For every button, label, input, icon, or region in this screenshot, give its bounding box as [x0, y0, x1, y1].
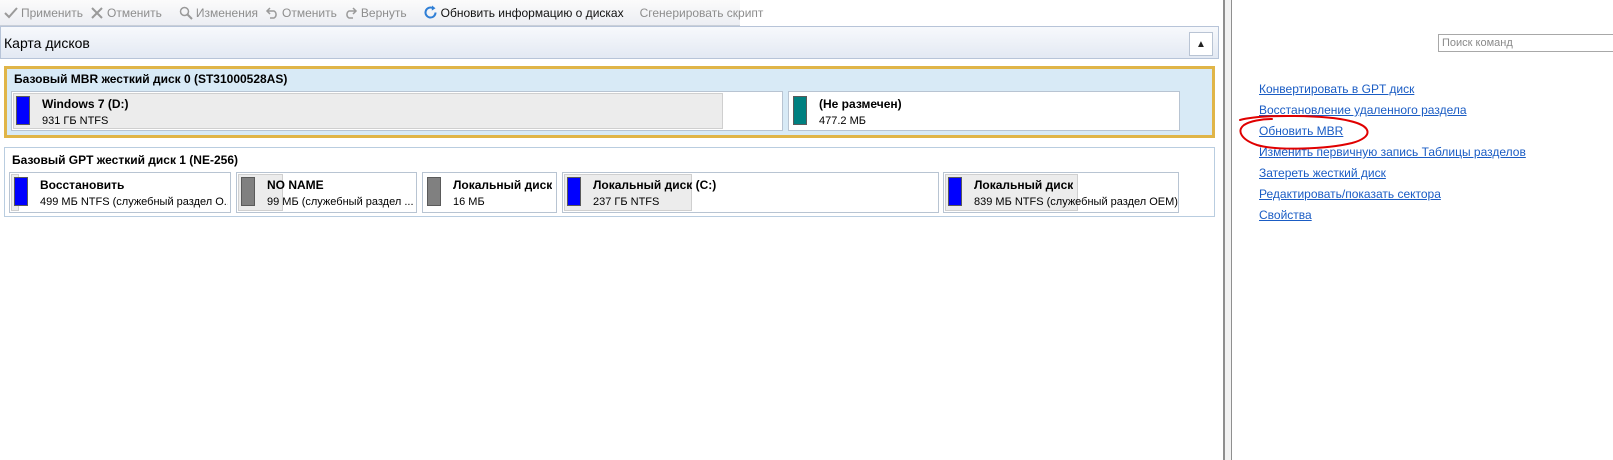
partition-info: 16 МБ: [453, 196, 485, 208]
apply-label: Применить: [21, 5, 84, 20]
partition-name: Windows 7 (D:): [42, 97, 129, 111]
partition-color-bar: [567, 177, 581, 206]
partition-info: 839 МБ NTFS (служебный раздел OEM): [974, 196, 1178, 208]
command-item: Затереть жесткий диск: [1259, 166, 1526, 187]
undo-button[interactable]: Отменить: [261, 0, 340, 25]
toolbar: Применить Отменить Изменения Отменить Ве…: [0, 0, 763, 26]
command-update-mbr-link[interactable]: Обновить MBR: [1259, 124, 1343, 138]
partition-color-bar: [14, 177, 28, 206]
partition-info: 477.2 МБ: [819, 115, 866, 127]
disk-map-header: Карта дисков ▲: [0, 26, 1219, 59]
command-item: Изменить первичную запись Таблицы раздел…: [1259, 145, 1526, 166]
changes-label: Изменения: [195, 5, 259, 20]
partition-name: Локальный диск: [974, 178, 1074, 192]
partition-info: 931 ГБ NTFS: [42, 115, 109, 127]
partition-name: Восстановить: [40, 178, 125, 192]
command-item: Свойства: [1259, 208, 1526, 229]
partition-name: NO NAME: [267, 178, 324, 192]
partition-color-bar: [241, 177, 255, 206]
disk-0-title: Базовый MBR жесткий диск 0 (ST31000528AS…: [14, 72, 288, 86]
pane-splitter[interactable]: [1223, 0, 1232, 460]
redo-icon: [343, 5, 359, 21]
partition-windows7[interactable]: Windows 7 (D:) 931 ГБ NTFS: [11, 91, 783, 131]
disk-1[interactable]: Базовый GPT жесткий диск 1 (NE-256) Восс…: [4, 147, 1215, 217]
command-recover-partition-link[interactable]: Восстановление удаленного раздела: [1259, 103, 1467, 117]
command-item: Редактировать/показать сектора: [1259, 187, 1526, 208]
partition-name: Локальный диск: [453, 178, 553, 192]
command-edit-sectors-link[interactable]: Редактировать/показать сектора: [1259, 187, 1441, 201]
partition-color-bar: [948, 177, 962, 206]
generate-script-label: Сгенерировать скрипт: [639, 5, 764, 20]
command-convert-gpt-link[interactable]: Конвертировать в GPT диск: [1259, 82, 1414, 96]
command-list: Конвертировать в GPT диск Восстановление…: [1259, 82, 1526, 229]
partition-local-16mb[interactable]: Локальный диск 16 МБ: [422, 172, 557, 213]
redo-button[interactable]: Вернуть: [340, 0, 410, 25]
checkmark-icon: [3, 5, 19, 21]
triangle-up-icon: ▲: [1196, 38, 1206, 50]
apply-button[interactable]: Применить: [0, 0, 86, 25]
partition-info: 499 МБ NTFS (служебный раздел О...: [40, 196, 228, 208]
command-item: Обновить MBR: [1259, 124, 1526, 145]
partition-local-oem[interactable]: Локальный диск 839 МБ NTFS (служебный ра…: [943, 172, 1179, 213]
partition-no-name[interactable]: NO NAME 99 МБ (служебный раздел ...: [236, 172, 417, 213]
refresh-icon: [423, 5, 439, 21]
partition-unallocated[interactable]: (Не размечен) 477.2 МБ: [788, 91, 1180, 131]
disk-map-pane: Карта дисков ▲ Базовый MBR жесткий диск …: [0, 26, 1223, 460]
partition-recovery[interactable]: Восстановить 499 МБ NTFS (служебный разд…: [9, 172, 231, 213]
collapse-button[interactable]: ▲: [1189, 32, 1213, 56]
refresh-disks-label: Обновить информацию о дисках: [440, 5, 624, 20]
partition-info: 237 ГБ NTFS: [593, 196, 660, 208]
discard-button[interactable]: Отменить: [86, 0, 165, 25]
partition-color-bar: [16, 96, 30, 125]
undo-label: Отменить: [282, 5, 337, 20]
commands-pane: Конвертировать в GPT диск Восстановление…: [1232, 0, 1613, 460]
command-wipe-disk-link[interactable]: Затереть жесткий диск: [1259, 166, 1386, 180]
cross-icon: [89, 5, 105, 21]
command-search-input[interactable]: [1438, 34, 1613, 52]
partition-local-c[interactable]: Локальный диск (C:) 237 ГБ NTFS: [562, 172, 939, 213]
partition-color-bar: [427, 177, 441, 206]
partition-name: Локальный диск (C:): [593, 178, 717, 192]
disk-1-title: Базовый GPT жесткий диск 1 (NE-256): [12, 153, 238, 167]
discard-label: Отменить: [107, 5, 162, 20]
generate-script-button[interactable]: Сгенерировать скрипт: [637, 0, 767, 25]
partition-name: (Не размечен): [819, 97, 902, 111]
refresh-disks-button[interactable]: Обновить информацию о дисках: [420, 0, 627, 25]
partition-color-bar: [793, 96, 807, 125]
partition-info: 99 МБ (служебный раздел ...: [267, 196, 414, 208]
disk-map-title: Карта дисков: [4, 35, 90, 51]
disk-0[interactable]: Базовый MBR жесткий диск 0 (ST31000528AS…: [4, 66, 1215, 138]
command-item: Восстановление удаленного раздела: [1259, 103, 1526, 124]
magnifier-icon: [178, 5, 194, 21]
command-item: Конвертировать в GPT диск: [1259, 82, 1526, 103]
command-edit-partition-table-link[interactable]: Изменить первичную запись Таблицы раздел…: [1259, 145, 1526, 159]
undo-icon: [264, 5, 280, 21]
redo-label: Вернуть: [360, 5, 407, 20]
changes-button[interactable]: Изменения: [175, 0, 261, 25]
command-properties-link[interactable]: Свойства: [1259, 208, 1312, 222]
